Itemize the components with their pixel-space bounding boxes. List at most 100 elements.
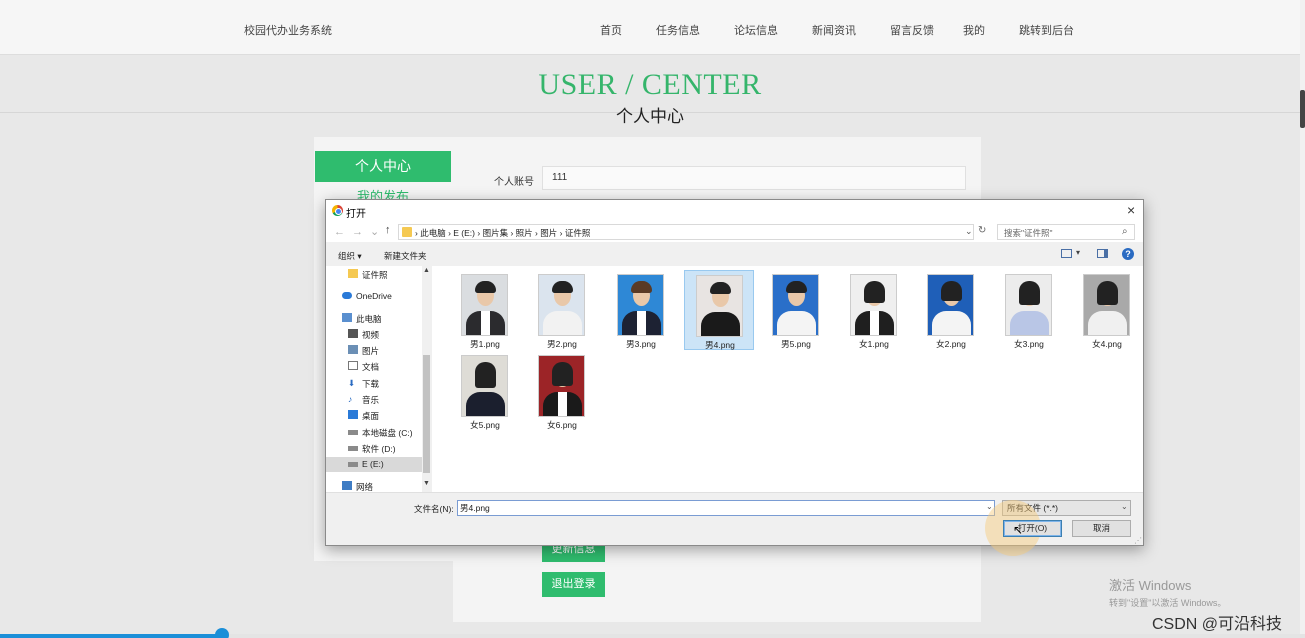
sidebar-item-user-center[interactable]: 个人中心 bbox=[315, 151, 451, 182]
file-name: 女4.png bbox=[1092, 339, 1122, 349]
nav-pane-scrollbar-thumb[interactable] bbox=[423, 355, 430, 473]
help-icon[interactable]: ? bbox=[1122, 248, 1134, 260]
hero-title: USER / CENTER bbox=[538, 68, 762, 101]
cloud-icon bbox=[342, 292, 352, 299]
tree-item-drive-d[interactable]: 软件 (D:) bbox=[326, 441, 422, 456]
tree-item-label: 下载 bbox=[362, 379, 380, 389]
nav-link-backend[interactable]: 跳转到后台 bbox=[1019, 22, 1074, 38]
refresh-icon[interactable]: ↻ bbox=[978, 225, 986, 236]
nav-link-forum[interactable]: 论坛信息 bbox=[734, 22, 778, 38]
file-item[interactable]: 男1.png bbox=[450, 270, 520, 350]
breadcrumb-item[interactable]: 证件照 bbox=[565, 228, 591, 238]
file-name: 女2.png bbox=[936, 339, 966, 349]
file-item[interactable]: 女2.png bbox=[916, 270, 986, 350]
photo-thumbnail bbox=[927, 274, 974, 336]
account-label: 个人账号 bbox=[494, 177, 534, 188]
file-name: 女5.png bbox=[470, 420, 500, 430]
tree-item-idphoto[interactable]: 证件照 bbox=[326, 267, 422, 282]
breadcrumb-item[interactable]: 图片 bbox=[540, 228, 557, 238]
account-input[interactable]: 111 bbox=[542, 166, 966, 190]
chevron-down-icon[interactable]: ▾ bbox=[1076, 248, 1080, 257]
drive-icon bbox=[348, 462, 358, 467]
tree-item-label: 文档 bbox=[362, 362, 380, 372]
tree-item-label: 证件照 bbox=[362, 270, 388, 280]
back-arrow-icon[interactable]: ← bbox=[334, 226, 352, 238]
cancel-button[interactable]: 取消 bbox=[1072, 520, 1131, 537]
breadcrumb-item[interactable]: 照片 bbox=[516, 228, 533, 238]
breadcrumb-item[interactable]: 图片集 bbox=[483, 228, 509, 238]
tree-item-label: 视频 bbox=[362, 330, 380, 340]
file-item[interactable]: 男5.png bbox=[761, 270, 831, 350]
new-folder-button[interactable]: 新建文件夹 bbox=[384, 250, 427, 262]
brand-title[interactable]: 校园代办业务系统 bbox=[244, 22, 332, 38]
tree-item-downloads[interactable]: ⬇ 下载 bbox=[326, 376, 422, 391]
logout-button[interactable]: 退出登录 bbox=[542, 572, 605, 597]
dialog-title: 打开 bbox=[346, 209, 366, 220]
page-scrollbar-thumb[interactable] bbox=[1300, 90, 1305, 128]
close-icon[interactable]: × bbox=[1127, 202, 1135, 218]
hero-banner: USER / CENTER 个人中心 bbox=[0, 56, 1300, 126]
breadcrumb-item[interactable]: E (E:) bbox=[453, 228, 475, 238]
tree-item-label: E (E:) bbox=[362, 459, 384, 469]
file-item[interactable]: 女4.png bbox=[1072, 270, 1142, 350]
network-icon bbox=[342, 481, 352, 490]
scroll-down-icon[interactable]: ▼ bbox=[423, 480, 430, 487]
chevron-down-icon[interactable]: ⌄ bbox=[1121, 502, 1128, 511]
tree-item-documents[interactable]: 文档 bbox=[326, 359, 422, 374]
file-name: 男4.png bbox=[705, 340, 735, 350]
nav-link-news[interactable]: 新闻资讯 bbox=[812, 22, 856, 38]
computer-icon bbox=[342, 313, 352, 322]
folder-icon bbox=[402, 227, 412, 237]
view-options-icon[interactable] bbox=[1061, 249, 1072, 258]
photo-thumbnail bbox=[617, 274, 664, 336]
file-item-selected[interactable]: 男4.png bbox=[684, 270, 754, 350]
file-item[interactable]: 女6.png bbox=[527, 351, 597, 431]
tree-item-music[interactable]: ♪ 音乐 bbox=[326, 392, 422, 407]
file-item[interactable]: 女3.png bbox=[994, 270, 1064, 350]
recent-locations-icon[interactable]: ⌄ bbox=[370, 226, 386, 238]
organize-button[interactable]: 组织 ▾ bbox=[338, 250, 362, 262]
nav-link-home[interactable]: 首页 bbox=[600, 22, 622, 38]
tree-item-label: 本地磁盘 (C:) bbox=[362, 428, 413, 438]
tree-item-desktop[interactable]: 桌面 bbox=[326, 408, 422, 423]
breadcrumb-item[interactable]: 此电脑 bbox=[420, 228, 446, 238]
tree-item-onedrive[interactable]: OneDrive bbox=[326, 289, 422, 304]
tree-item-drive-c[interactable]: 本地磁盘 (C:) bbox=[326, 425, 422, 440]
file-item[interactable]: 男2.png bbox=[527, 270, 597, 350]
video-icon bbox=[348, 329, 358, 338]
file-name: 女1.png bbox=[859, 339, 889, 349]
tree-item-pictures[interactable]: 图片 bbox=[326, 343, 422, 358]
activation-hint: 转到"设置"以激活 Windows。 bbox=[1109, 598, 1227, 608]
video-progress-fill bbox=[0, 634, 222, 638]
nav-link-tasks[interactable]: 任务信息 bbox=[656, 22, 700, 38]
photo-thumbnail bbox=[538, 274, 585, 336]
desktop-icon bbox=[348, 410, 358, 419]
open-button[interactable]: 打开(O) bbox=[1003, 520, 1062, 537]
tree-item-label: 桌面 bbox=[362, 411, 380, 421]
tree-item-label: 图片 bbox=[362, 346, 380, 356]
chevron-down-icon[interactable]: ⌄ bbox=[965, 226, 973, 237]
resize-grip-icon[interactable]: ⋰ bbox=[1134, 536, 1142, 545]
tree-item-drive-e[interactable]: E (E:) bbox=[326, 457, 422, 472]
music-icon: ♪ bbox=[348, 394, 353, 404]
nav-link-feedback[interactable]: 留言反馈 bbox=[890, 22, 934, 38]
file-item[interactable]: 女1.png bbox=[839, 270, 909, 350]
forward-arrow-icon[interactable]: → bbox=[352, 226, 370, 238]
up-arrow-icon[interactable]: ↑ bbox=[385, 224, 391, 236]
tree-item-videos[interactable]: 视频 bbox=[326, 327, 422, 342]
preview-pane-icon[interactable] bbox=[1097, 249, 1108, 258]
video-progress-handle[interactable] bbox=[215, 628, 229, 638]
drive-icon bbox=[348, 430, 358, 435]
photo-thumbnail bbox=[538, 355, 585, 417]
search-icon[interactable]: ⌕ bbox=[1122, 226, 1128, 237]
tree-item-label: 软件 (D:) bbox=[362, 444, 396, 454]
address-bar[interactable]: › 此电脑 › E (E:) › 图片集 › 照片 › 图片 › 证件照 ⌄ bbox=[398, 224, 974, 240]
filename-input[interactable]: 男4.png bbox=[457, 500, 995, 516]
tree-item-this-pc[interactable]: 此电脑 bbox=[326, 311, 422, 326]
search-input[interactable]: 搜索"证件照" ⌕ bbox=[997, 224, 1135, 240]
nav-link-mine[interactable]: 我的 bbox=[963, 22, 985, 38]
file-item[interactable]: 男3.png bbox=[606, 270, 676, 350]
scroll-up-icon[interactable]: ▲ bbox=[423, 267, 430, 274]
file-name: 男5.png bbox=[781, 339, 811, 349]
file-item[interactable]: 女5.png bbox=[450, 351, 520, 431]
